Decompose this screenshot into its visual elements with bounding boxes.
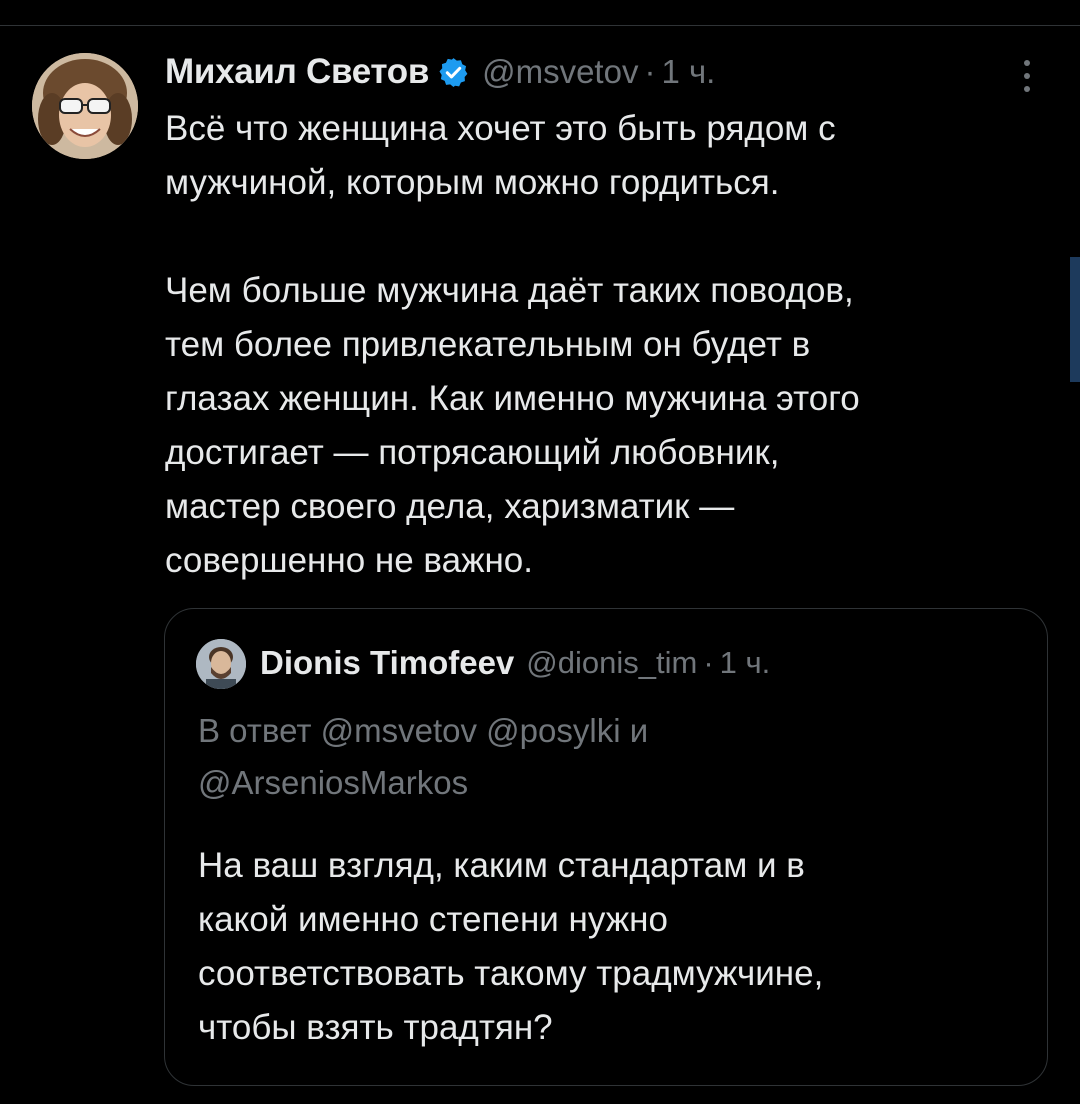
quoted-text-line: чтобы взять традтян? xyxy=(198,1008,553,1047)
tweet-text-line: Всё что женщина хочет это быть рядом с xyxy=(165,109,836,148)
top-divider xyxy=(0,25,1080,26)
quoted-tweet-timestamp[interactable]: 1 ч. xyxy=(720,645,771,681)
reply-context-line[interactable]: @ArseniosMarkos xyxy=(198,757,1018,809)
tweet-text-line: Чем больше мужчина даёт таких поводов, xyxy=(165,271,854,310)
quoted-tweet-card[interactable]: Dionis Timofeev @dionis_tim · 1 ч. В отв… xyxy=(164,608,1048,1086)
quoted-author-avatar[interactable] xyxy=(196,639,246,689)
meta-separator: · xyxy=(703,645,714,680)
author-handle[interactable]: @msvetov xyxy=(482,53,638,91)
tweet-timestamp[interactable]: 1 ч. xyxy=(661,53,715,91)
tweet-text: Всё что женщина хочет это быть рядом с м… xyxy=(165,102,1045,588)
tweet-text-line: мужчиной, которым можно гордиться. xyxy=(165,163,780,202)
tweet-text-line: достигает — потрясающий любовник, xyxy=(165,433,780,472)
tweet-header: Михаил Светов @msvetov · 1 ч. xyxy=(165,48,715,96)
reply-context: В ответ @msvetov @posylki и @ArseniosMar… xyxy=(198,705,1018,809)
more-vertical-icon[interactable] xyxy=(1012,56,1042,96)
meta-separator: · xyxy=(644,53,656,90)
quoted-tweet-header: Dionis Timofeev @dionis_tim · 1 ч. xyxy=(260,638,770,688)
author-name[interactable]: Михаил Светов xyxy=(165,52,429,92)
quoted-text-line: какой именно степени нужно xyxy=(198,900,668,939)
quoted-text-line: соответствовать такому традмужчине, xyxy=(198,954,824,993)
verified-badge-icon xyxy=(437,56,470,89)
reply-context-line[interactable]: В ответ @msvetov @posylki и xyxy=(198,705,1018,757)
quoted-tweet-text: На ваш взгляд, каким стандартам и в како… xyxy=(198,839,1018,1055)
tweet-text-line: совершенно не важно. xyxy=(165,541,533,580)
quoted-text-line: На ваш взгляд, каким стандартам и в xyxy=(198,846,805,885)
tweet-text-line: глазах женщин. Как именно мужчина этого xyxy=(165,379,860,418)
quoted-author-handle[interactable]: @dionis_tim xyxy=(526,645,697,681)
author-avatar[interactable] xyxy=(32,53,138,159)
scrollbar[interactable] xyxy=(1070,257,1080,382)
quoted-author-name[interactable]: Dionis Timofeev xyxy=(260,644,514,682)
tweet-text-line: мастер своего дела, харизматик — xyxy=(165,487,735,526)
tweet-text-line: тем более привлекательным он будет в xyxy=(165,325,811,364)
